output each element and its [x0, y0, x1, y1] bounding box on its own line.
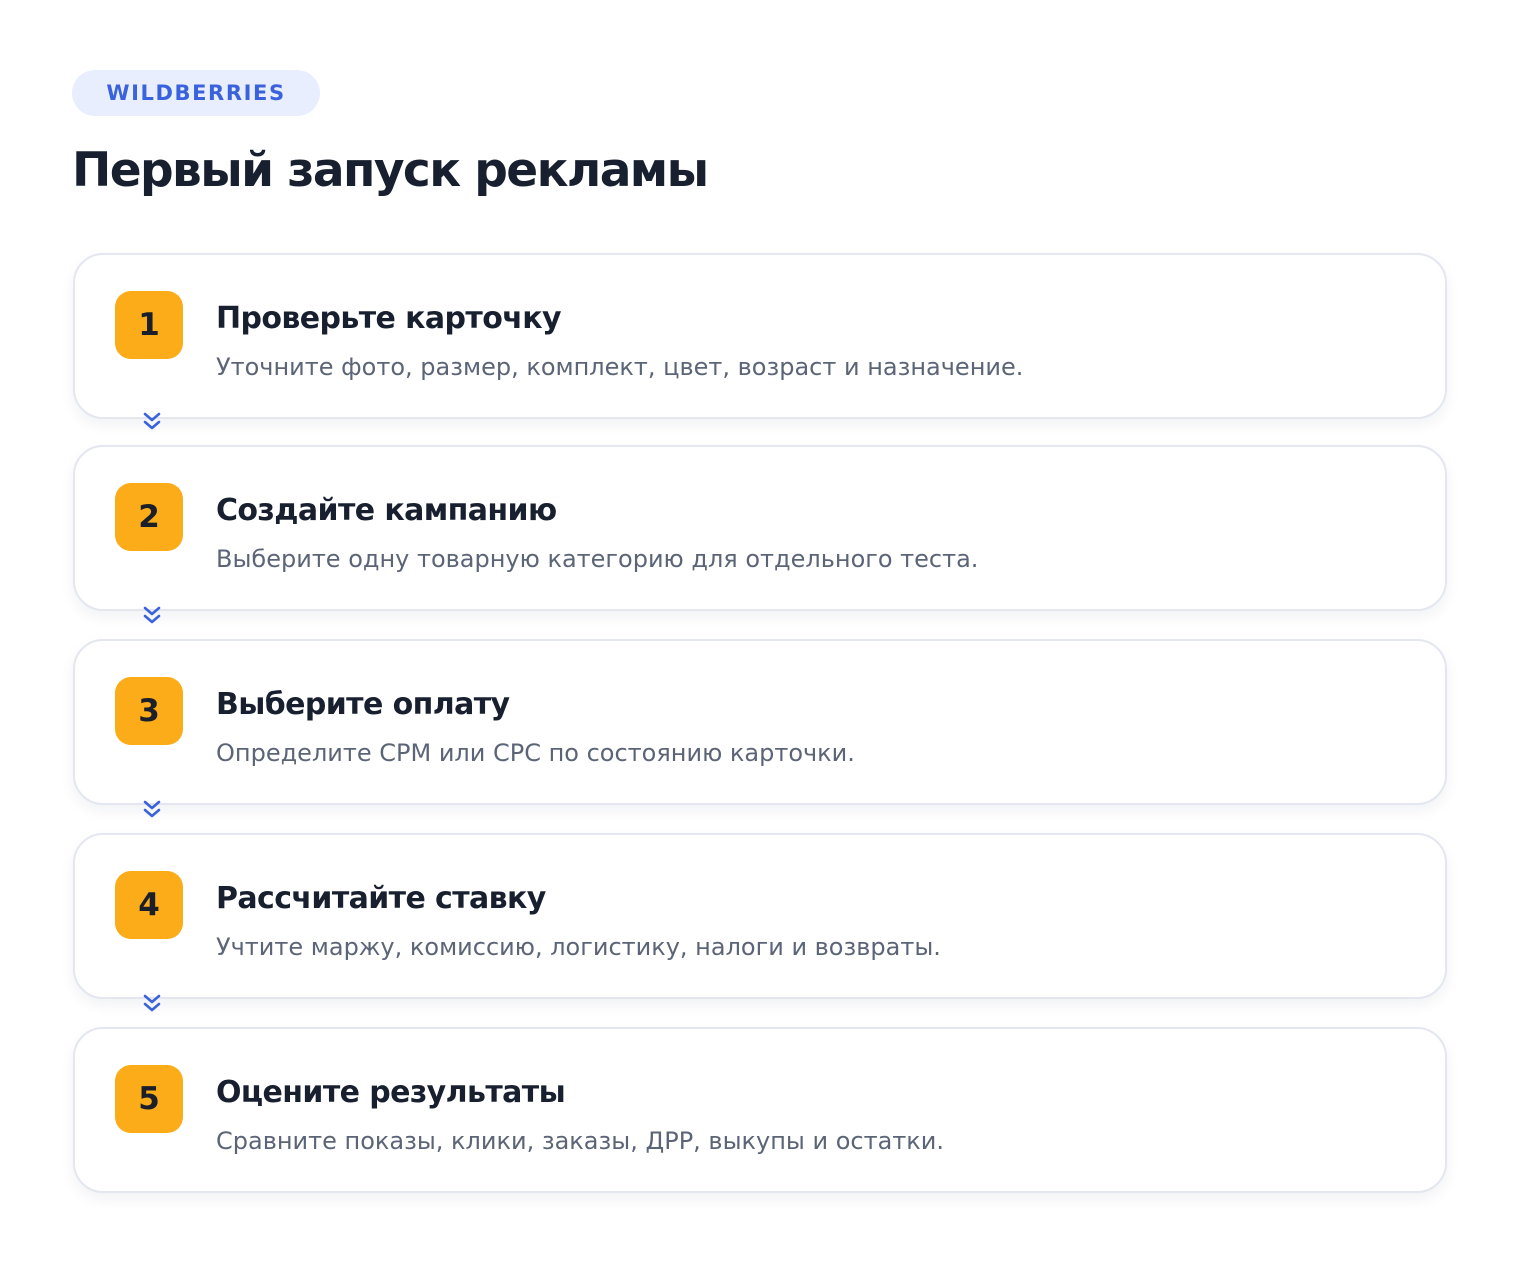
double-chevron-down-icon [140, 992, 164, 1016]
double-chevron-down-icon [140, 410, 164, 434]
step-card-4: 4 Рассчитайте ставку Учтите маржу, комис… [73, 833, 1447, 999]
step-description: Учтите маржу, комиссию, логистику, налог… [216, 933, 941, 961]
step-card-1: 1 Проверьте карточку Уточните фото, разм… [73, 253, 1447, 419]
step-description: Выберите одну товарную категорию для отд… [216, 545, 979, 573]
step-description: Определите CPM или CPC по состоянию карт… [216, 739, 855, 767]
step-title: Создайте кампанию [216, 493, 557, 528]
step-card-3: 3 Выберите оплату Определите CPM или CPC… [73, 639, 1447, 805]
step-card-2: 2 Создайте кампанию Выберите одну товарн… [73, 445, 1447, 611]
step-description: Уточните фото, размер, комплект, цвет, в… [216, 353, 1024, 381]
step-description: Сравните показы, клики, заказы, ДРР, вык… [216, 1127, 944, 1155]
double-chevron-down-icon [140, 604, 164, 628]
step-title: Выберите оплату [216, 687, 510, 722]
step-number-badge: 4 [115, 871, 183, 939]
step-title: Проверьте карточку [216, 301, 562, 336]
step-number-badge: 5 [115, 1065, 183, 1133]
step-number-badge: 2 [115, 483, 183, 551]
step-number-badge: 3 [115, 677, 183, 745]
step-title: Оцените результаты [216, 1075, 566, 1110]
double-chevron-down-icon [140, 798, 164, 822]
step-card-5: 5 Оцените результаты Сравните показы, кл… [73, 1027, 1447, 1193]
step-title: Рассчитайте ставку [216, 881, 546, 916]
steps-list: 1 Проверьте карточку Уточните фото, разм… [0, 0, 1520, 1272]
step-number-badge: 1 [115, 291, 183, 359]
